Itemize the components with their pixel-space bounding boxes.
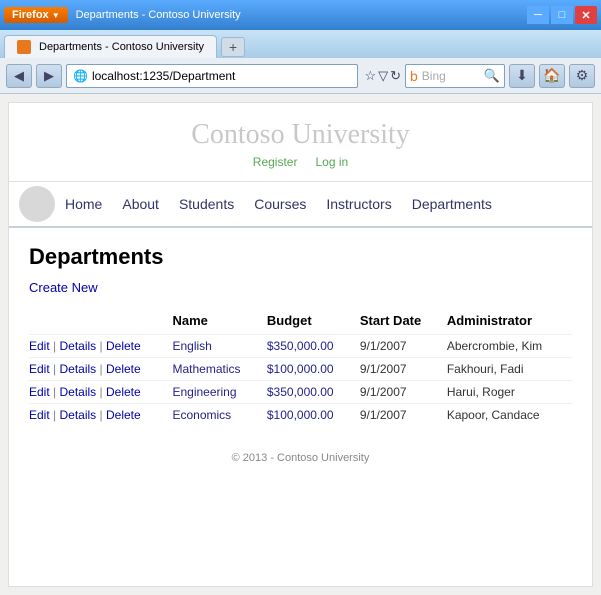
- main-nav: Home About Students Courses Instructors …: [65, 192, 492, 216]
- details-link[interactable]: Details: [60, 339, 97, 353]
- row-actions: Edit | Details | Delete: [29, 335, 172, 358]
- sep2: |: [100, 408, 103, 422]
- search-magnifier-icon: 🔍: [484, 68, 500, 84]
- firefox-button[interactable]: Firefox: [4, 7, 68, 23]
- row-administrator: Harui, Roger: [447, 381, 572, 404]
- sep1: |: [53, 339, 56, 353]
- new-tab-button[interactable]: +: [221, 37, 245, 57]
- sep2: |: [100, 385, 103, 399]
- page: Contoso University Register Log in Home …: [8, 102, 593, 587]
- row-actions: Edit | Details | Delete: [29, 381, 172, 404]
- sep1: |: [53, 385, 56, 399]
- delete-link[interactable]: Delete: [106, 385, 141, 399]
- row-budget: $100,000.00: [267, 404, 360, 427]
- maximize-button[interactable]: □: [551, 6, 573, 24]
- footer: © 2013 - Contoso University: [29, 436, 572, 480]
- delete-link[interactable]: Delete: [106, 408, 141, 422]
- bing-logo: b: [410, 68, 418, 84]
- row-budget: $350,000.00: [267, 381, 360, 404]
- details-link[interactable]: Details: [60, 385, 97, 399]
- row-start-date: 9/1/2007: [360, 404, 447, 427]
- sep1: |: [53, 362, 56, 376]
- window-title: Departments - Contoso University: [76, 9, 241, 21]
- row-actions: Edit | Details | Delete: [29, 404, 172, 427]
- col-admin-header: Administrator: [447, 309, 572, 335]
- edit-link[interactable]: Edit: [29, 362, 50, 376]
- university-title: Contoso University: [9, 119, 592, 151]
- nav-departments[interactable]: Departments: [412, 196, 492, 212]
- col-budget-header: Budget: [267, 309, 360, 335]
- row-budget: $100,000.00: [267, 358, 360, 381]
- address-box[interactable]: 🌐 localhost:1235/Department: [66, 64, 358, 88]
- login-link[interactable]: Log in: [316, 155, 349, 169]
- settings-button[interactable]: ⚙: [569, 64, 595, 88]
- col-name-header: Name: [172, 309, 266, 335]
- row-administrator: Kapoor, Candace: [447, 404, 572, 427]
- address-icons: ☆ ▽ ↻: [364, 68, 401, 84]
- nav-courses[interactable]: Courses: [254, 196, 306, 212]
- table-row: Edit | Details | DeleteEnglish$350,000.0…: [29, 335, 572, 358]
- titlebar: Firefox Departments - Contoso University…: [0, 0, 601, 30]
- edit-link[interactable]: Edit: [29, 385, 50, 399]
- row-name: Mathematics: [172, 358, 266, 381]
- window-controls: ─ □ ✕: [527, 6, 597, 24]
- active-tab[interactable]: Departments - Contoso University: [4, 35, 217, 58]
- university-header: Contoso University Register Log in: [9, 103, 592, 181]
- address-text: localhost:1235/Department: [92, 69, 235, 83]
- delete-link[interactable]: Delete: [106, 362, 141, 376]
- home-button[interactable]: 🏠: [539, 64, 565, 88]
- tabbar: Departments - Contoso University +: [0, 30, 601, 58]
- refresh-icon[interactable]: ↻: [390, 68, 401, 84]
- row-budget: $350,000.00: [267, 335, 360, 358]
- edit-link[interactable]: Edit: [29, 408, 50, 422]
- table-row: Edit | Details | DeleteMathematics$100,0…: [29, 358, 572, 381]
- row-administrator: Fakhouri, Fadi: [447, 358, 572, 381]
- row-actions: Edit | Details | Delete: [29, 358, 172, 381]
- delete-link[interactable]: Delete: [106, 339, 141, 353]
- titlebar-left: Firefox: [4, 7, 68, 23]
- row-name: Economics: [172, 404, 266, 427]
- browser-window: Firefox Departments - Contoso University…: [0, 0, 601, 595]
- bookmark-star-icon[interactable]: ☆: [364, 68, 376, 84]
- details-link[interactable]: Details: [60, 362, 97, 376]
- tab-icon: [17, 40, 31, 54]
- departments-table: Name Budget Start Date Administrator Edi…: [29, 309, 572, 426]
- sep2: |: [100, 339, 103, 353]
- back-button[interactable]: ◀: [6, 64, 32, 88]
- sep1: |: [53, 408, 56, 422]
- browser-content: Contoso University Register Log in Home …: [0, 94, 601, 595]
- row-name: English: [172, 335, 266, 358]
- edit-link[interactable]: Edit: [29, 339, 50, 353]
- col-startdate-header: Start Date: [360, 309, 447, 335]
- minimize-button[interactable]: ─: [527, 6, 549, 24]
- close-button[interactable]: ✕: [575, 6, 597, 24]
- sep2: |: [100, 362, 103, 376]
- row-administrator: Abercrombie, Kim: [447, 335, 572, 358]
- details-link[interactable]: Details: [60, 408, 97, 422]
- nav-about[interactable]: About: [122, 196, 159, 212]
- bookmark-down-icon[interactable]: ▽: [378, 68, 388, 84]
- create-new-link[interactable]: Create New: [29, 280, 572, 295]
- row-start-date: 9/1/2007: [360, 335, 447, 358]
- download-button[interactable]: ⬇: [509, 64, 535, 88]
- register-link[interactable]: Register: [253, 155, 298, 169]
- row-name: Engineering: [172, 381, 266, 404]
- row-start-date: 9/1/2007: [360, 381, 447, 404]
- page-heading: Departments: [29, 244, 572, 270]
- tab-title: Departments - Contoso University: [39, 41, 204, 53]
- avatar: [19, 186, 55, 222]
- col-actions-header: [29, 309, 172, 335]
- forward-button[interactable]: ▶: [36, 64, 62, 88]
- auth-links: Register Log in: [9, 155, 592, 169]
- nav-home[interactable]: Home: [65, 196, 102, 212]
- table-row: Edit | Details | DeleteEconomics$100,000…: [29, 404, 572, 427]
- nav-students[interactable]: Students: [179, 196, 234, 212]
- page-body: Departments Create New Name Budget Start…: [9, 228, 592, 496]
- nav-instructors[interactable]: Instructors: [326, 196, 391, 212]
- table-row: Edit | Details | DeleteEngineering$350,0…: [29, 381, 572, 404]
- search-box[interactable]: b Bing 🔍: [405, 64, 505, 88]
- addressbar: ◀ ▶ 🌐 localhost:1235/Department ☆ ▽ ↻ b …: [0, 58, 601, 94]
- row-start-date: 9/1/2007: [360, 358, 447, 381]
- search-placeholder: Bing: [422, 69, 446, 83]
